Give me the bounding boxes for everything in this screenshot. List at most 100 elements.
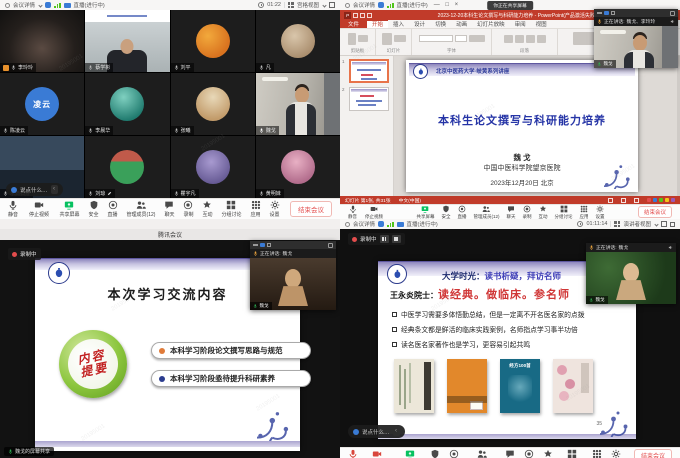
collapse-icon[interactable]: ‹ xyxy=(51,185,58,194)
slide-thumbnail[interactable] xyxy=(349,87,389,111)
security-button[interactable]: 安全 xyxy=(430,449,440,458)
save-icon[interactable] xyxy=(353,13,358,18)
apps-button[interactable]: 应用 xyxy=(251,200,261,218)
notes-icon[interactable] xyxy=(608,198,613,203)
apps-button[interactable]: 应用 xyxy=(592,449,602,458)
mute-button[interactable]: 静音 xyxy=(8,200,18,218)
fullscreen-icon[interactable] xyxy=(661,221,667,227)
tab-slideshow[interactable]: 幻灯片放映 xyxy=(472,20,510,28)
chat-input-placeholder[interactable]: 说点什么… xyxy=(20,186,48,194)
live-button[interactable]: 直播 xyxy=(449,449,459,458)
manage-members-button[interactable]: 管理成员(12) xyxy=(473,205,499,220)
stop-recording-button[interactable] xyxy=(392,235,401,243)
participant-tile[interactable]: 瞿宇凡 xyxy=(171,136,255,198)
interact-button[interactable]: 互动 xyxy=(543,449,553,458)
meeting-details-button[interactable]: 会议详情 xyxy=(353,1,375,9)
participant-tile[interactable]: 凌云 陈凌云 xyxy=(0,73,84,135)
share-screen-button[interactable]: 共享屏幕 xyxy=(59,200,79,218)
settings-button[interactable]: 设置 xyxy=(611,449,621,458)
minimize-icon[interactable] xyxy=(597,12,602,14)
chat-input-placeholder[interactable]: 说点什么… xyxy=(362,428,390,436)
expand-icon[interactable] xyxy=(328,243,333,248)
layout-icon[interactable] xyxy=(604,11,609,16)
interact-button[interactable]: 互动 xyxy=(202,200,212,218)
fullscreen-icon[interactable] xyxy=(329,2,335,8)
record-button[interactable]: 录制 xyxy=(183,200,193,218)
quick-access-toolbar[interactable]: P xyxy=(344,12,372,19)
tab-design[interactable]: 设计 xyxy=(409,20,430,28)
window-controls[interactable]: — □ × xyxy=(434,2,460,8)
settings-button[interactable]: 设置 xyxy=(596,205,605,220)
breakout-button[interactable]: 分组讨论 xyxy=(221,200,241,218)
live-status-badge[interactable]: 直播(进行中) xyxy=(74,1,105,9)
quick-chat-pill[interactable]: 说点什么… ‹ xyxy=(348,425,405,438)
chat-button[interactable]: 聊天 xyxy=(505,449,515,458)
tab-review[interactable]: 审阅 xyxy=(510,20,531,28)
live-status-badge[interactable]: 直播(进行中) xyxy=(407,220,438,228)
security-button[interactable]: 安全 xyxy=(441,205,450,220)
sharing-indicator-pill[interactable]: 你正在共享屏幕 xyxy=(487,1,533,10)
tab-animations[interactable]: 动画 xyxy=(451,20,472,28)
pause-recording-button[interactable] xyxy=(380,235,389,243)
tab-file[interactable]: 文件 xyxy=(340,20,367,28)
record-button[interactable]: 录制 xyxy=(524,449,534,458)
end-meeting-button[interactable]: 结束会议 xyxy=(290,201,332,217)
security-button[interactable]: 安全 xyxy=(89,200,99,218)
stop-video-button[interactable]: 停止视频 xyxy=(29,200,49,218)
quick-chat-pill[interactable]: 说点什么… ‹ xyxy=(6,183,63,196)
live-button[interactable]: 直播 xyxy=(108,200,118,218)
system-tray-icons[interactable] xyxy=(647,198,675,202)
collapse-icon[interactable]: ‹ xyxy=(393,427,400,436)
slide-thumbnail-selected[interactable] xyxy=(349,59,389,83)
window-title-bar[interactable]: 腾讯会议 xyxy=(0,229,340,240)
tab-transitions[interactable]: 切换 xyxy=(430,20,451,28)
slide-editing-area[interactable]: 北京中医药大学·岐黄系列讲座 本科生论文撰写与科研能力培养 魏 戈 中国中医科学… xyxy=(394,56,680,196)
language-indicator[interactable]: 中文(中国) xyxy=(399,197,421,204)
manage-members-button[interactable]: 管理成员(12) xyxy=(468,449,497,458)
participant-tile[interactable]: 蔡学彬 xyxy=(85,10,169,72)
share-screen-button[interactable]: 共享屏幕 xyxy=(400,449,420,458)
participant-tile[interactable]: 李玲玲 xyxy=(0,10,84,72)
record-button[interactable]: 录制 xyxy=(523,205,532,220)
slideshow-view-icon[interactable] xyxy=(634,198,639,203)
floating-video-panel[interactable]: 正在讲话:魏戈 魏戈 xyxy=(586,243,676,304)
mute-button[interactable]: 静音 xyxy=(348,205,357,220)
breakout-button[interactable]: 分组讨论 xyxy=(555,205,573,220)
manage-members-button[interactable]: 管理成员(12) xyxy=(127,200,156,218)
minimize-icon[interactable] xyxy=(253,244,258,246)
interact-button[interactable]: 互动 xyxy=(539,205,548,220)
meeting-details-button[interactable]: 会议详情 xyxy=(13,1,35,9)
view-mode-switcher[interactable]: 演讲者视图 xyxy=(623,220,651,228)
normal-view-icon[interactable] xyxy=(621,198,626,203)
breakout-button[interactable]: 分组讨论 xyxy=(562,449,582,458)
chat-button[interactable]: 聊天 xyxy=(507,205,516,220)
redo-icon[interactable] xyxy=(367,13,372,18)
end-meeting-button[interactable]: 结束会议 xyxy=(638,206,672,218)
share-screen-button[interactable]: 共享屏幕 xyxy=(416,205,434,220)
grid-layout-icon[interactable] xyxy=(267,243,272,248)
undo-icon[interactable] xyxy=(360,13,365,18)
live-status-badge[interactable]: 直播(进行中) xyxy=(397,1,428,9)
view-mode-switcher[interactable]: 宫格视图 xyxy=(297,1,319,9)
meeting-details-button[interactable]: 会议详情 xyxy=(353,220,375,228)
start-video-button[interactable]: 停止视频 xyxy=(367,449,387,458)
unmute-button[interactable]: 静音 xyxy=(348,449,358,458)
tab-view[interactable]: 视图 xyxy=(531,20,552,28)
layout-icon[interactable] xyxy=(260,243,265,248)
slide-canvas-title-page[interactable]: 北京中医药大学·岐黄系列讲座 本科生论文撰写与科研能力培养 魏 戈 中国中医科学… xyxy=(406,60,638,192)
apps-button[interactable]: 应用 xyxy=(580,205,589,220)
chat-button[interactable]: 聊天 xyxy=(164,200,174,218)
tab-home[interactable]: 开始 xyxy=(367,20,388,28)
tab-insert[interactable]: 插入 xyxy=(388,20,409,28)
participant-tile[interactable]: 刘平 xyxy=(171,10,255,72)
expand-icon[interactable] xyxy=(670,11,675,16)
participant-tile[interactable]: 凡 xyxy=(256,10,340,72)
settings-button[interactable]: 设置 xyxy=(270,200,280,218)
floating-video-panel[interactable]: 正在讲话:魏戈、李玲玲 魏戈 xyxy=(594,9,678,68)
end-meeting-button[interactable]: 结束会议 xyxy=(634,449,672,458)
stop-video-button[interactable]: 停止视频 xyxy=(365,205,383,220)
window-icon[interactable] xyxy=(670,222,675,227)
participant-tile[interactable]: 刘琼 xyxy=(85,136,169,198)
participant-tile-active-speaker[interactable]: 魏戈 xyxy=(256,73,340,135)
floating-video-panel[interactable]: 正在讲话:魏戈 魏戈 xyxy=(250,241,336,310)
